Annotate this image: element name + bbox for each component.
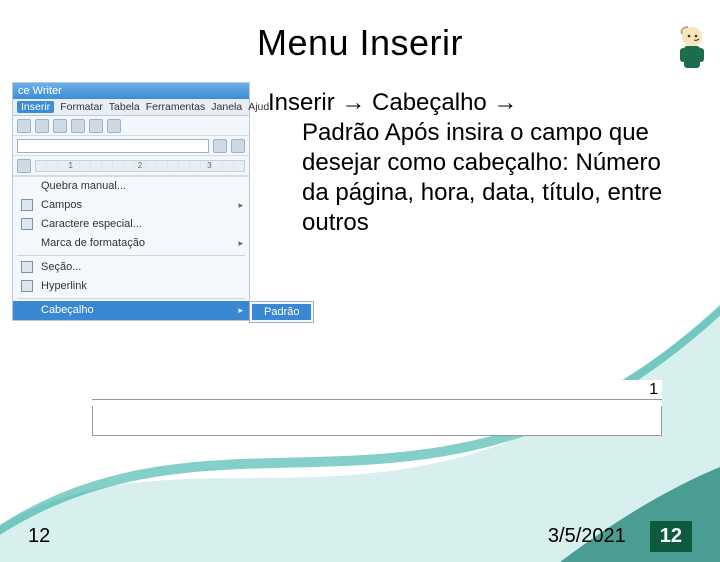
ruler: 1 2 3 [35, 160, 245, 172]
slide-footer: 12 3/5/2021 12 [0, 521, 720, 552]
body-lead: Inserir → Cabeçalho → [268, 89, 517, 116]
header-region: 1 [92, 380, 662, 400]
menu-tabela[interactable]: Tabela [109, 101, 140, 113]
toolbar-icon[interactable] [53, 119, 67, 133]
menu-ferramentas[interactable]: Ferramentas [146, 101, 206, 113]
toolbar-icon[interactable] [213, 139, 227, 153]
window-titlebar: ce Writer [13, 83, 249, 99]
menu-item-caractere-especial[interactable]: Caractere especial... [13, 215, 249, 234]
menu-formatar[interactable]: Formatar [60, 101, 103, 113]
cabecalho-submenu: Padrão [249, 301, 314, 323]
slide-date: 3/5/2021 [548, 525, 626, 548]
submenu-item-padrao[interactable]: Padrão [252, 304, 311, 320]
toolbar-icon[interactable] [35, 119, 49, 133]
menu-janela[interactable]: Janela [211, 101, 242, 113]
ruler-margin-icon [17, 159, 31, 173]
font-combo[interactable] [17, 139, 209, 153]
toolbar-icon[interactable] [231, 139, 245, 153]
writer-menu-screenshot: ce Writer Inserir Formatar Tabela Ferram… [12, 82, 250, 321]
menu-item-label: Seção... [41, 261, 81, 273]
ruler-row: 1 2 3 [13, 156, 249, 176]
header-field-demo: 1 [92, 380, 662, 436]
ruler-tick: 2 [138, 161, 142, 170]
menubar: Inserir Formatar Tabela Ferramentas Jane… [13, 99, 249, 116]
toolbar-icon[interactable] [89, 119, 103, 133]
body-rest: Padrão Após insira o campo que desejar c… [268, 118, 688, 238]
toolbar-icon[interactable] [17, 119, 31, 133]
menu-ajuda[interactable]: Ajud [248, 101, 269, 113]
slide-title: Menu Inserir [0, 22, 720, 64]
slide-body-text: Inserir → Cabeçalho → Padrão Após insira… [268, 82, 688, 238]
ruler-tick: 3 [207, 161, 211, 170]
toolbar-icon[interactable] [107, 119, 121, 133]
menu-item-secao[interactable]: Seção... [13, 258, 249, 277]
toolbar-row-1 [13, 116, 249, 136]
section-icon [21, 261, 33, 273]
submenu-chevron-icon: ▸ [238, 200, 243, 211]
toolbar-row-2 [13, 136, 249, 156]
menu-item-hyperlink[interactable]: Hyperlink [13, 277, 249, 296]
cartoon-character [670, 24, 714, 80]
menu-separator [17, 298, 245, 299]
page-number-field: 1 [649, 381, 658, 399]
menu-item-label: Caractere especial... [41, 218, 142, 230]
menu-item-label: Campos [41, 199, 82, 211]
menu-inserir[interactable]: Inserir [17, 101, 54, 113]
menu-item-label: Cabeçalho [41, 304, 94, 316]
menu-item-campos[interactable]: Campos ▸ [13, 196, 249, 215]
inserir-dropdown: Quebra manual... Campos ▸ Caractere espe… [13, 176, 249, 320]
menu-item-label: Marca de formatação [41, 237, 145, 249]
char-icon [21, 218, 33, 230]
ruler-tick: 1 [68, 161, 72, 170]
menu-item-quebra-manual[interactable]: Quebra manual... [13, 177, 249, 196]
document-body-region [92, 406, 662, 436]
toolbar-icon[interactable] [71, 119, 85, 133]
tag-icon [21, 199, 33, 211]
slide-number-left: 12 [28, 525, 50, 548]
link-icon [21, 280, 33, 292]
menu-separator [17, 255, 245, 256]
submenu-chevron-icon: ▸ [238, 238, 243, 249]
submenu-chevron-icon: ▸ [238, 305, 243, 316]
menu-item-label: Hyperlink [41, 280, 87, 292]
slide-number-badge: 12 [650, 521, 692, 552]
menu-item-marca-formatacao[interactable]: Marca de formatação ▸ [13, 234, 249, 253]
menu-item-cabecalho[interactable]: Cabeçalho ▸ Padrão [13, 301, 249, 320]
menu-item-label: Quebra manual... [41, 180, 126, 192]
